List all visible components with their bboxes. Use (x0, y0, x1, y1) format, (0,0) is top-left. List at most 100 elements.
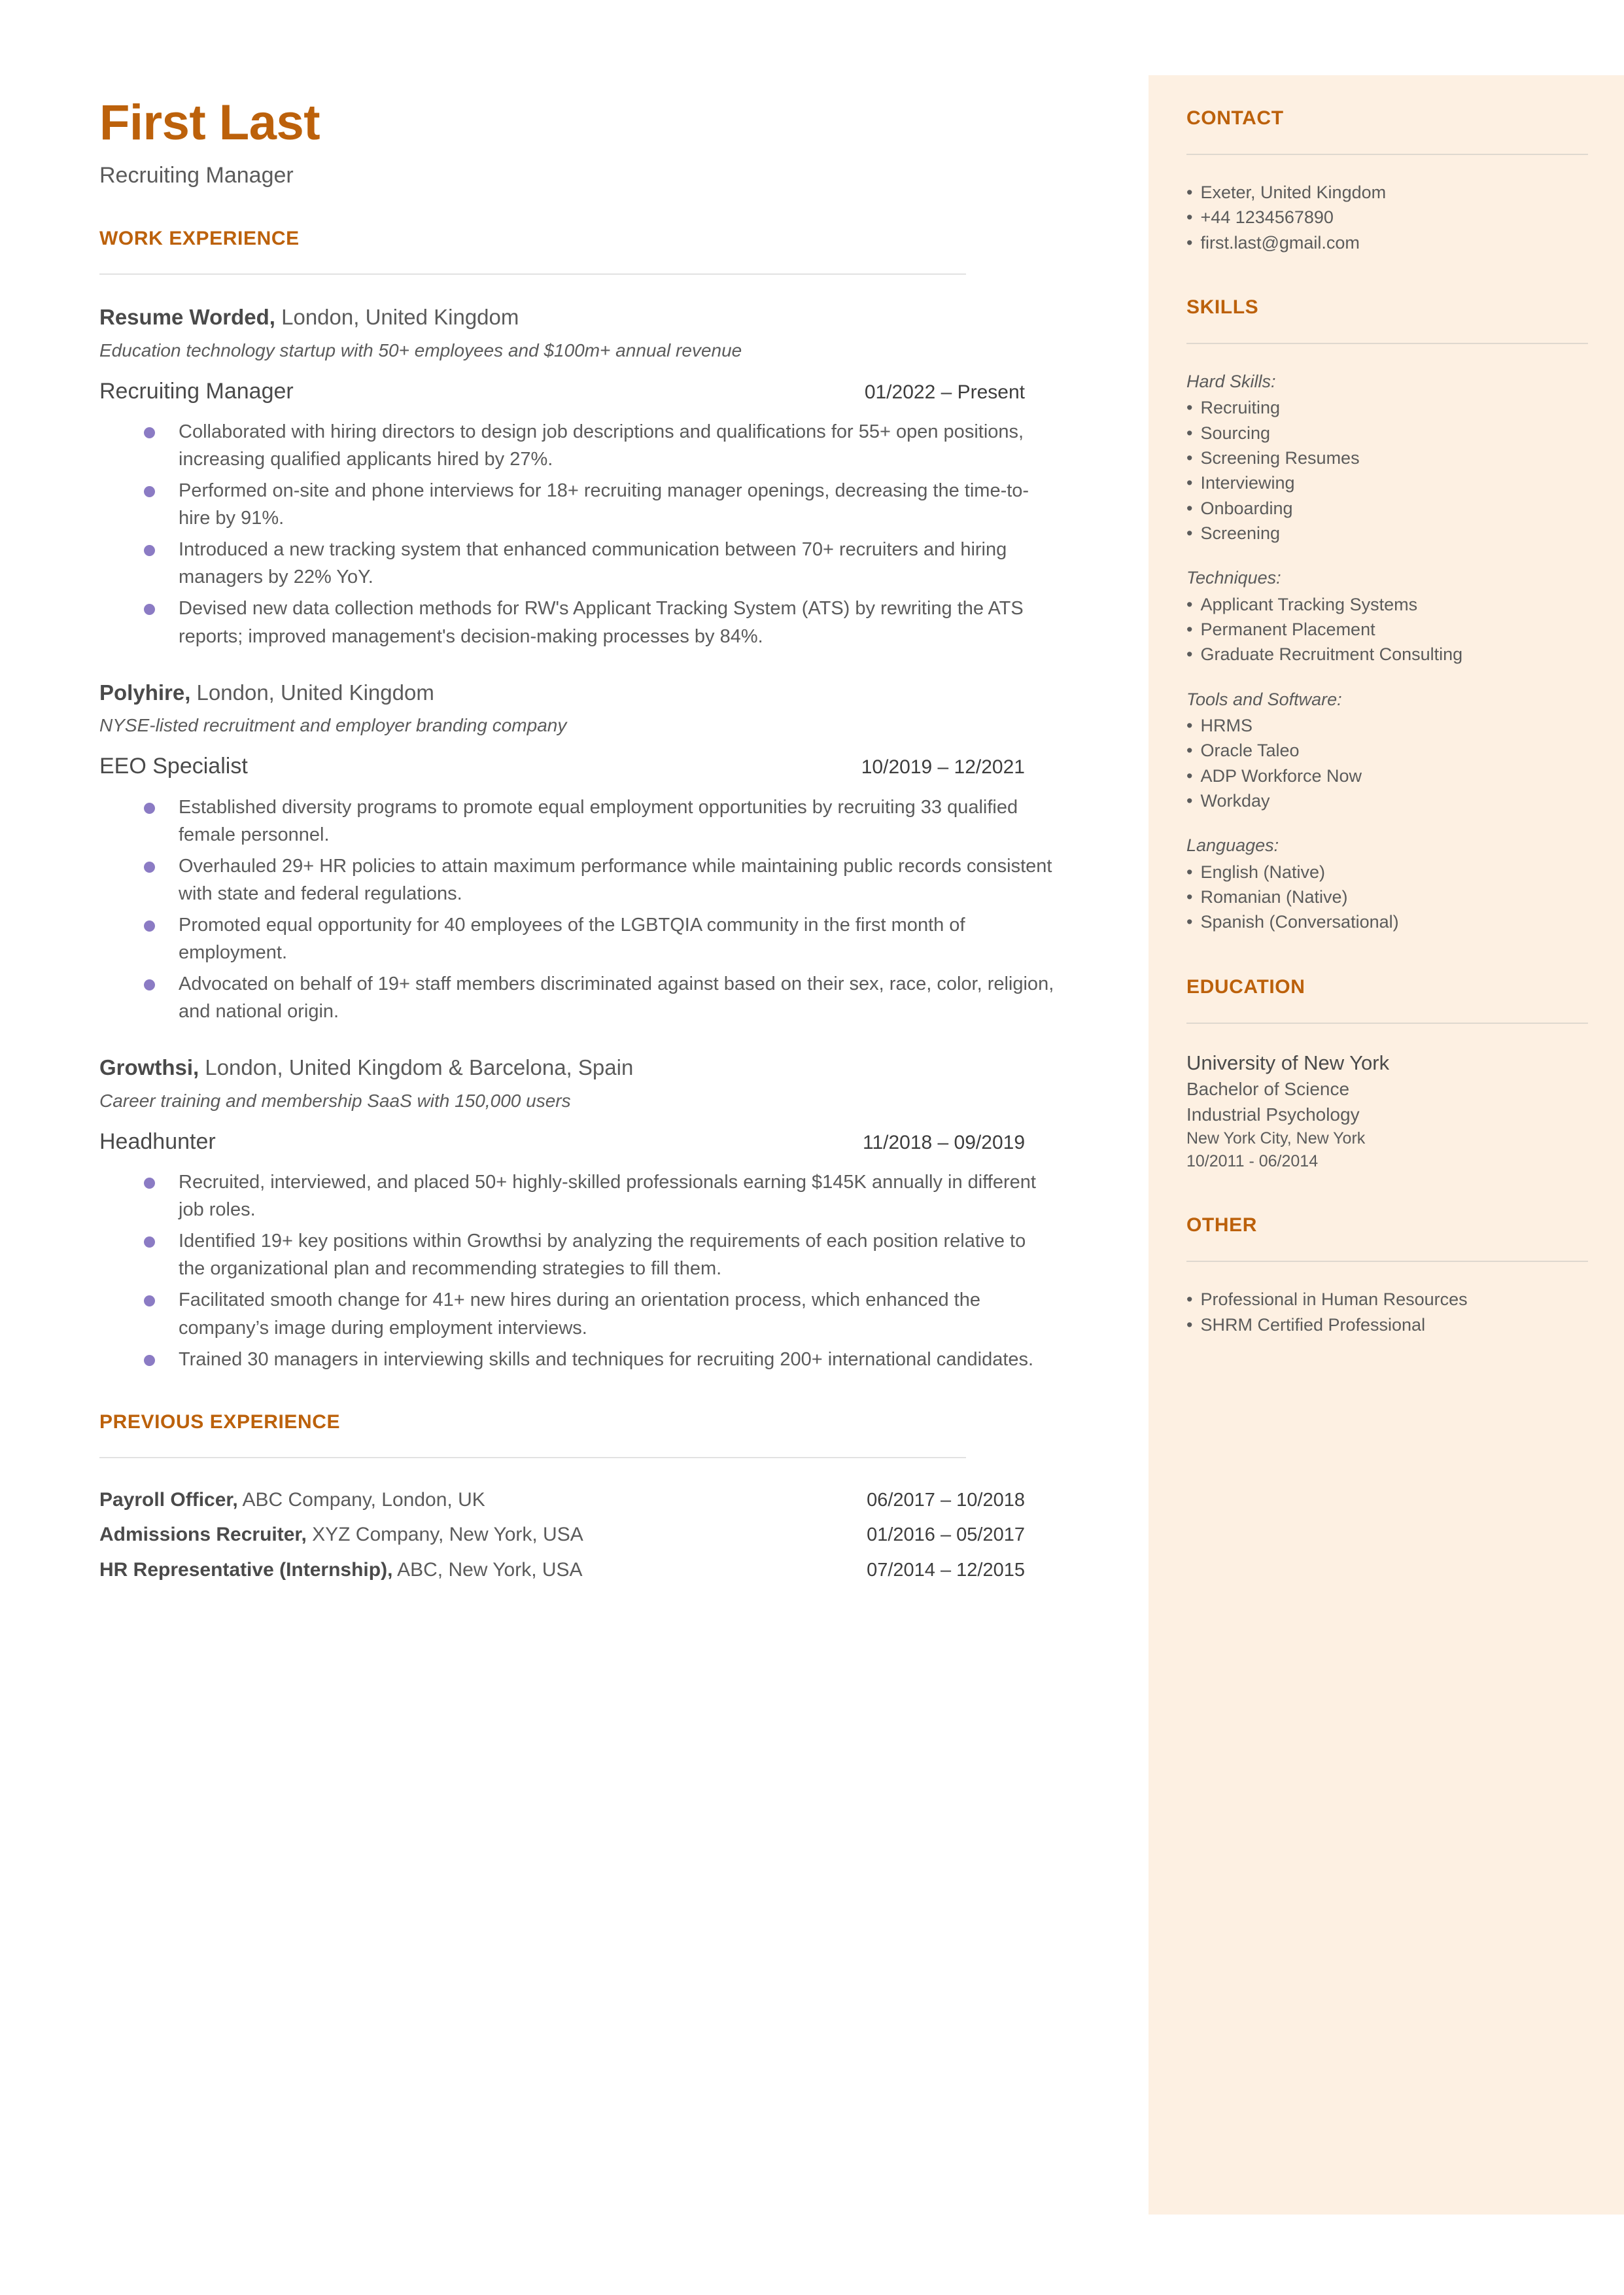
job-entry: Resume Worded, London, United Kingdom Edu… (99, 304, 1120, 650)
bullet-icon: • (1186, 1289, 1193, 1310)
job-company-description: Career training and membership SaaS with… (99, 1091, 571, 1111)
job-company: Growthsi, London, United Kingdom & Barce… (99, 1054, 1120, 1082)
education-school: University of New York (1186, 1051, 1390, 1074)
job-bullet-list: Collaborated with hiring directors to de… (99, 418, 1120, 650)
skill-item: • English (Native) (1186, 860, 1588, 885)
job-bullet: Devised new data collection methods for … (99, 595, 1054, 650)
previous-experience-list: Payroll Officer, ABC Company, London, UK… (99, 1487, 1120, 1583)
skill-item-label: Interviewing (1200, 473, 1295, 493)
job-title: Headhunter (99, 1129, 216, 1154)
previous-experience-role: Payroll Officer, ABC Company, London, UK (99, 1487, 485, 1513)
job-bullet-text: Introduced a new tracking system that en… (179, 539, 1007, 588)
previous-experience-divider (99, 1456, 966, 1458)
bullet-icon: • (1186, 765, 1193, 786)
previous-experience-row: HR Representative (Internship), ABC, New… (99, 1557, 1025, 1583)
previous-experience-role-detail: XYZ Company, New York, USA (306, 1524, 583, 1546)
skill-item: • Workday (1186, 788, 1588, 813)
skills-group-spacer (1186, 667, 1588, 687)
job-bullet: Facilitated smooth change for 41+ new hi… (99, 1286, 1054, 1341)
skill-item: • ADP Workforce Now (1186, 763, 1588, 788)
contact-item: • first.last@gmail.com (1186, 230, 1588, 255)
previous-experience-dates: 01/2016 – 05/2017 (867, 1524, 1025, 1546)
skill-item-label: English (Native) (1200, 862, 1326, 882)
job-bullet: Identified 19+ key positions within Grow… (99, 1227, 1054, 1282)
job-dates: 11/2018 – 09/2019 (862, 1131, 1025, 1153)
other-section-heading: OTHER (1186, 1214, 1257, 1236)
skill-item-label: Graduate Recruitment Consulting (1200, 644, 1463, 665)
education-section-heading: EDUCATION (1186, 975, 1305, 998)
job-title: EEO Specialist (99, 754, 248, 779)
skills-divider (1186, 342, 1588, 344)
bullet-icon: • (1186, 473, 1193, 493)
job-company-name: Resume Worded, (99, 304, 275, 329)
skill-item: • Applicant Tracking Systems (1186, 592, 1588, 617)
skill-item-label: Spanish (Conversational) (1200, 912, 1399, 932)
skills-group-label: Hard Skills: (1186, 371, 1276, 391)
job-list: Resume Worded, London, United Kingdom Edu… (99, 304, 1120, 1373)
bullet-icon (144, 920, 155, 932)
job-bullet-text: Performed on-site and phone interviews f… (179, 480, 1029, 529)
other-item: • Professional in Human Resources (1186, 1287, 1588, 1312)
bullet-icon: • (1186, 447, 1193, 468)
bullet-icon: • (1186, 1314, 1193, 1335)
work-experience-heading: WORK EXPERIENCE (99, 227, 300, 249)
skill-item: • HRMS (1186, 713, 1588, 738)
bullet-icon: • (1186, 862, 1193, 882)
bullet-icon: • (1186, 644, 1193, 665)
previous-experience-role-title: Payroll Officer, (99, 1488, 238, 1511)
previous-experience-dates: 06/2017 – 10/2018 (867, 1489, 1025, 1511)
job-bullet: Performed on-site and phone interviews f… (99, 477, 1054, 532)
job-bullet: Trained 30 managers in interviewing skil… (99, 1346, 1054, 1373)
bullet-icon (144, 1354, 155, 1366)
job-title: Recruiting Manager (99, 378, 294, 404)
contact-item-label: +44 1234567890 (1200, 207, 1334, 228)
bullet-icon: • (1186, 594, 1193, 614)
contact-divider (1186, 154, 1588, 155)
bullet-icon: • (1186, 741, 1193, 761)
job-bullet-text: Overhauled 29+ HR policies to attain max… (179, 855, 1052, 904)
bullet-icon: • (1186, 523, 1193, 543)
job-entry: Growthsi, London, United Kingdom & Barce… (99, 1054, 1120, 1373)
education-degree: Bachelor of Science (1186, 1078, 1350, 1099)
contact-section-heading: CONTACT (1186, 107, 1284, 129)
bullet-icon (144, 545, 155, 557)
main-column: First Last Recruiting Manager WORK EXPER… (99, 97, 1120, 1592)
contact-list: • Exeter, United Kingdom • +44 1234567890 • f… (1186, 180, 1588, 255)
job-bullet-text: Established diversity programs to promot… (179, 796, 1018, 845)
job-entry: Polyhire, London, United Kingdom NYSE-lis… (99, 679, 1120, 1026)
contact-item-label: first.last@gmail.com (1200, 232, 1360, 253)
job-company-name: Growthsi, (99, 1055, 199, 1080)
page-title: First Last (99, 95, 320, 150)
contact-item: • Exeter, United Kingdom (1186, 180, 1588, 205)
skill-item-label: Screening Resumes (1200, 447, 1360, 468)
skills-group-label: Tools and Software: (1186, 689, 1342, 709)
job-company-location: London, United Kingdom (275, 304, 519, 329)
previous-experience-role-detail: ABC, New York, USA (392, 1559, 583, 1581)
job-bullet-text: Identified 19+ key positions within Grow… (179, 1231, 1026, 1280)
job-bullet: Introduced a new tracking system that en… (99, 536, 1054, 591)
other-item: • SHRM Certified Professional (1186, 1312, 1588, 1337)
job-company-location: London, United Kingdom & Barcelona, Spai… (199, 1055, 634, 1080)
skill-item-label: ADP Workforce Now (1200, 765, 1362, 786)
skills-group-label: Languages: (1186, 835, 1279, 856)
job-bullet-text: Recruited, interviewed, and placed 50+ h… (179, 1172, 1036, 1221)
job-bullet: Established diversity programs to promot… (99, 794, 1054, 849)
skills-section-heading: SKILLS (1186, 296, 1259, 318)
job-company-description: NYSE-listed recruitment and employer bra… (99, 715, 567, 736)
bullet-icon: • (1186, 498, 1193, 518)
previous-experience-row: Payroll Officer, ABC Company, London, UK… (99, 1487, 1025, 1513)
job-title-row: EEO Specialist 10/2019 – 12/2021 (99, 752, 1025, 780)
bullet-icon: • (1186, 715, 1193, 735)
bullet-icon: • (1186, 790, 1193, 811)
job-bullet-text: Advocated on behalf of 19+ staff members… (179, 973, 1054, 1023)
previous-experience-heading: PREVIOUS EXPERIENCE (99, 1410, 341, 1433)
bullet-icon (144, 486, 155, 498)
bullet-icon (144, 802, 155, 814)
job-bullet: Recruited, interviewed, and placed 50+ h… (99, 1168, 1054, 1223)
job-bullet: Promoted equal opportunity for 40 employ… (99, 911, 1054, 966)
skill-item-label: Permanent Placement (1200, 619, 1375, 639)
previous-experience-role-title: HR Representative (Internship), (99, 1559, 393, 1581)
skill-item: • Oracle Taleo (1186, 738, 1588, 763)
skill-item: • Graduate Recruitment Consulting (1186, 642, 1588, 667)
previous-experience-dates: 07/2014 – 12/2015 (867, 1560, 1025, 1581)
